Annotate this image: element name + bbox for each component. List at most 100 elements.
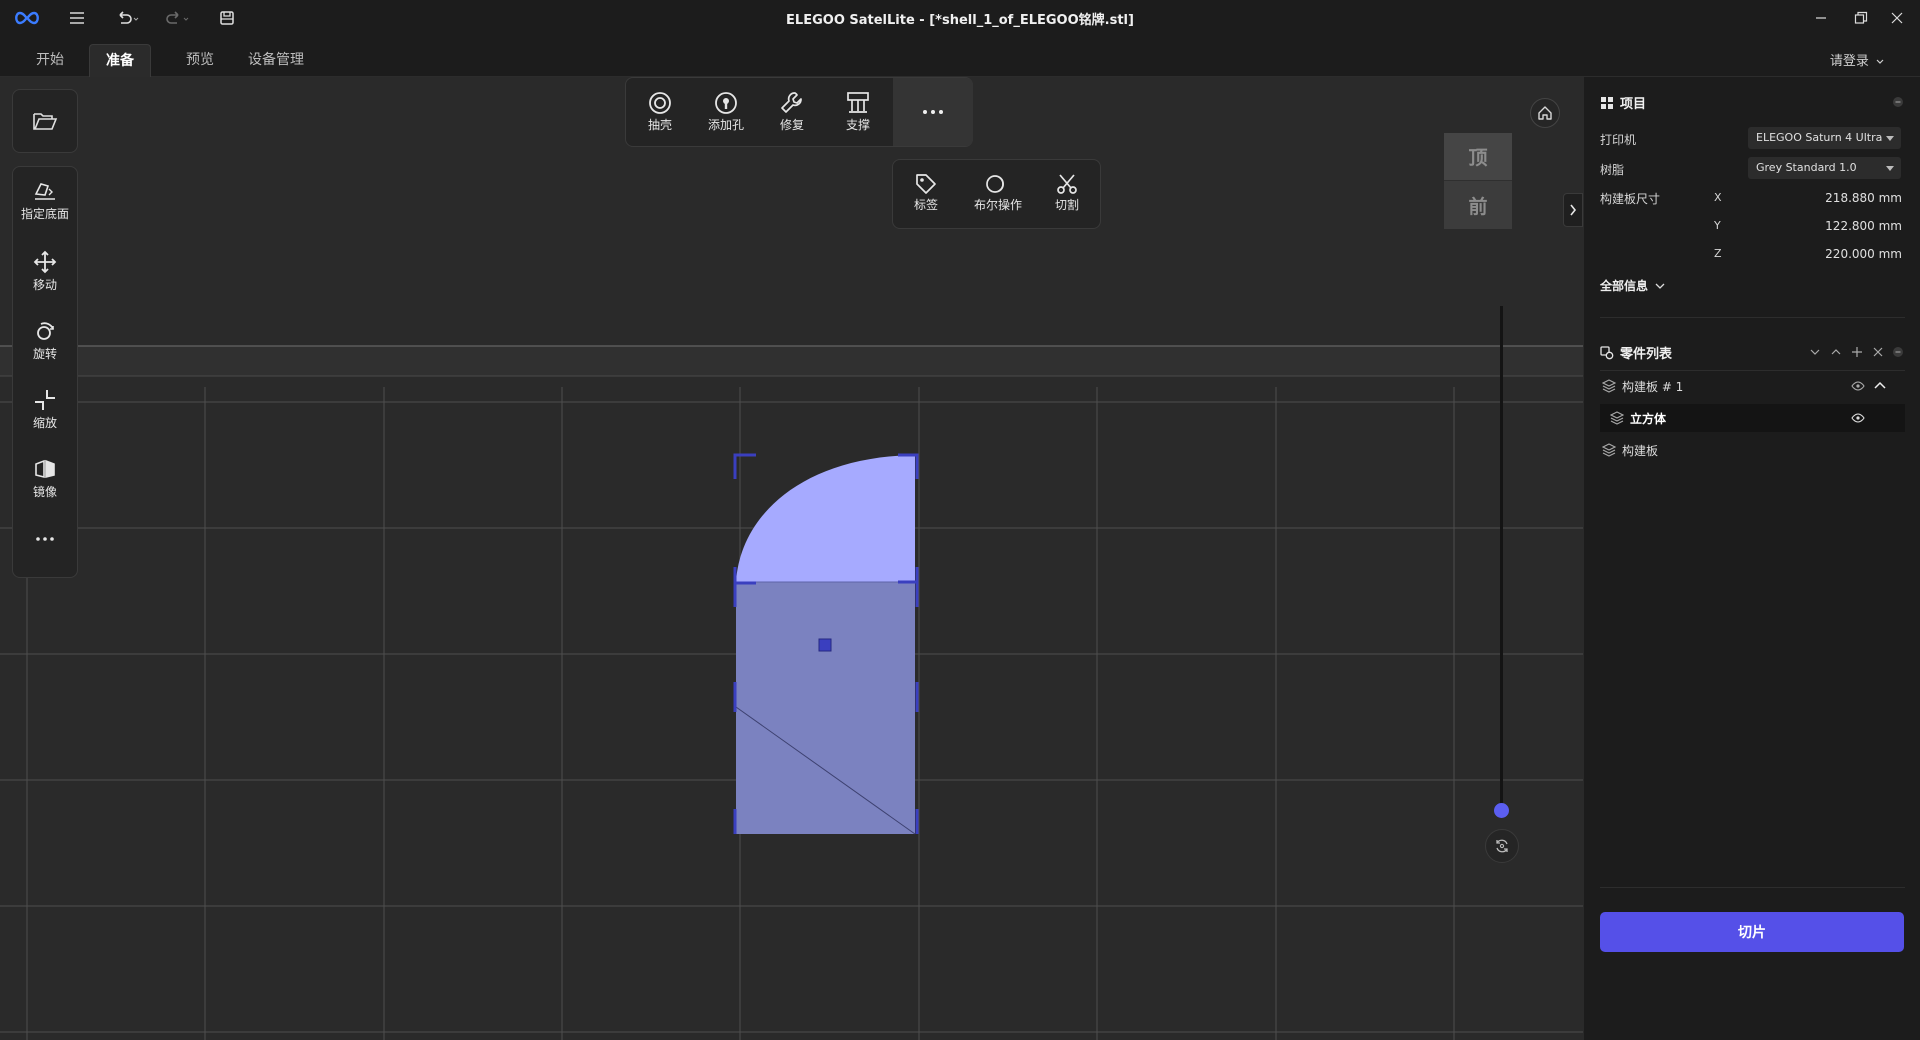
label-tag-label: 标签 [913,198,938,212]
y-axis-label: Y [1714,219,1721,232]
parts-title: 零件列表 [1620,347,1673,362]
tree-item-build-plate-1[interactable]: 构建板 # 1 [1600,372,1905,400]
title-bar: ELEGOO SatelLite - [*shell_1_of_ELEGOO铭牌… [0,0,1920,36]
place-on-face-label: 指定底面 [20,207,69,221]
tree-item-build-plate[interactable]: 构建板 [1600,436,1905,464]
boolean-label: 布尔操作 [973,198,1022,212]
hamburger-menu-icon[interactable] [66,6,88,30]
view-cube-front[interactable]: 前 [1444,181,1512,229]
chevron-down-icon [1876,59,1884,64]
project-section-title: 项目 [1600,93,1646,112]
chevron-up-icon[interactable] [1830,346,1842,358]
layers-icon [1602,379,1616,393]
resin-label: 树脂 [1600,163,1625,177]
chevron-up-icon[interactable] [1874,380,1886,392]
rotate-button[interactable]: 旋转 [13,319,77,362]
tab-device-management[interactable]: 设备管理 [232,44,320,77]
support-button[interactable]: 支撑 [828,90,888,133]
printer-value: ELEGOO Saturn 4 Ultra [1756,131,1883,144]
hollow-button[interactable]: 抽壳 [630,90,690,133]
slice-button[interactable]: 切片 [1600,912,1904,952]
build-plate-scene [0,345,1583,1040]
more-tools-button[interactable] [13,535,77,545]
add-icon[interactable] [1851,346,1863,358]
eye-icon[interactable] [1851,381,1865,391]
view-cube[interactable]: 顶 前 [1444,133,1512,229]
save-icon[interactable] [217,6,237,30]
cut-icon [1057,174,1077,194]
resin-value: Grey Standard 1.0 [1756,161,1857,174]
rotate-icon [37,322,54,340]
layer-slider-handle[interactable] [1494,803,1509,818]
3d-viewport[interactable] [0,77,1583,1040]
layers-icon [1602,443,1616,457]
menu-tab-bar: 开始 准备 预览 设备管理 请登录 [0,36,1920,77]
section-divider [1600,370,1905,371]
mirror-label: 镜像 [32,485,57,499]
remove-icon[interactable] [1872,346,1884,358]
redo-icon[interactable] [162,6,192,30]
layer-slider-track[interactable] [1500,306,1503,811]
support-icon [847,92,869,113]
move-button[interactable]: 移动 [13,250,77,293]
section-divider [1600,887,1905,888]
mirror-icon [35,459,55,479]
chevron-right-icon [1570,204,1577,216]
scale-button[interactable]: 缩放 [13,388,77,431]
repair-label: 修复 [779,118,804,132]
folder-open-icon [33,113,58,130]
all-info-label: 全部信息 [1600,279,1649,293]
plate-size-y: 122.800 mm [1825,219,1902,233]
tree-item-label: 立方体 [1630,411,1667,426]
dropdown-caret-icon [1886,166,1894,171]
mirror-button[interactable]: 镜像 [13,457,77,500]
login-menu[interactable]: 请登录 [1830,50,1884,69]
collapse-section-icon[interactable] [1892,346,1904,358]
repair-button[interactable]: 修复 [762,90,822,133]
label-button[interactable]: 标签 [896,172,956,213]
move-label: 移动 [32,278,57,292]
view-cube-top[interactable]: 顶 [1444,133,1512,181]
place-on-face-button[interactable]: 指定底面 [13,181,77,222]
more-operations-button[interactable] [893,78,973,146]
resin-select[interactable]: Grey Standard 1.0 [1748,157,1901,179]
tree-item-label: 构建板 [1622,443,1659,458]
plate-size-label: 构建板尺寸 [1600,192,1661,206]
parts-list-icon [1600,345,1614,359]
undo-icon[interactable] [112,6,142,30]
elegoo-logo-icon [15,11,39,25]
grid-icon [1601,96,1613,109]
cut-label: 切割 [1054,198,1079,212]
top-toolbar: 抽壳 添加孔 修复 支撑 [625,77,973,147]
layers-icon [1610,411,1624,425]
open-file-button[interactable] [12,89,78,153]
boolean-icon [986,175,1004,193]
layer-slider-reset-button[interactable] [1485,829,1519,863]
cut-button[interactable]: 切割 [1037,172,1097,213]
tree-item-cube[interactable]: 立方体 [1600,404,1905,432]
printer-select[interactable]: ELEGOO Saturn 4 Ultra [1748,127,1901,149]
add-hole-button[interactable]: 添加孔 [696,90,756,133]
all-info-toggle[interactable]: 全部信息 [1600,277,1665,294]
tab-start[interactable]: 开始 [20,44,80,77]
tree-item-label: 构建板 # 1 [1622,379,1684,394]
section-divider [1600,317,1905,318]
chevron-down-icon [1655,283,1665,289]
rotate-label: 旋转 [32,347,57,361]
tab-prepare[interactable]: 准备 [89,44,151,77]
chevron-down-icon[interactable] [1809,346,1821,358]
eye-icon[interactable] [1851,413,1865,423]
panel-toggle-button[interactable] [1563,193,1583,227]
plate-size-x: 218.880 mm [1825,191,1902,205]
close-icon[interactable] [1874,0,1920,36]
tab-preview[interactable]: 预览 [170,44,230,77]
repair-icon [781,92,802,113]
sync-icon [1496,839,1508,853]
login-label: 请登录 [1829,54,1869,69]
home-view-button[interactable] [1530,98,1560,128]
label-tag-icon [916,174,936,194]
boolean-button[interactable]: 布尔操作 [959,172,1037,213]
add-hole-icon [715,92,737,114]
hollow-label: 抽壳 [647,118,672,132]
collapse-section-icon[interactable] [1892,96,1904,108]
